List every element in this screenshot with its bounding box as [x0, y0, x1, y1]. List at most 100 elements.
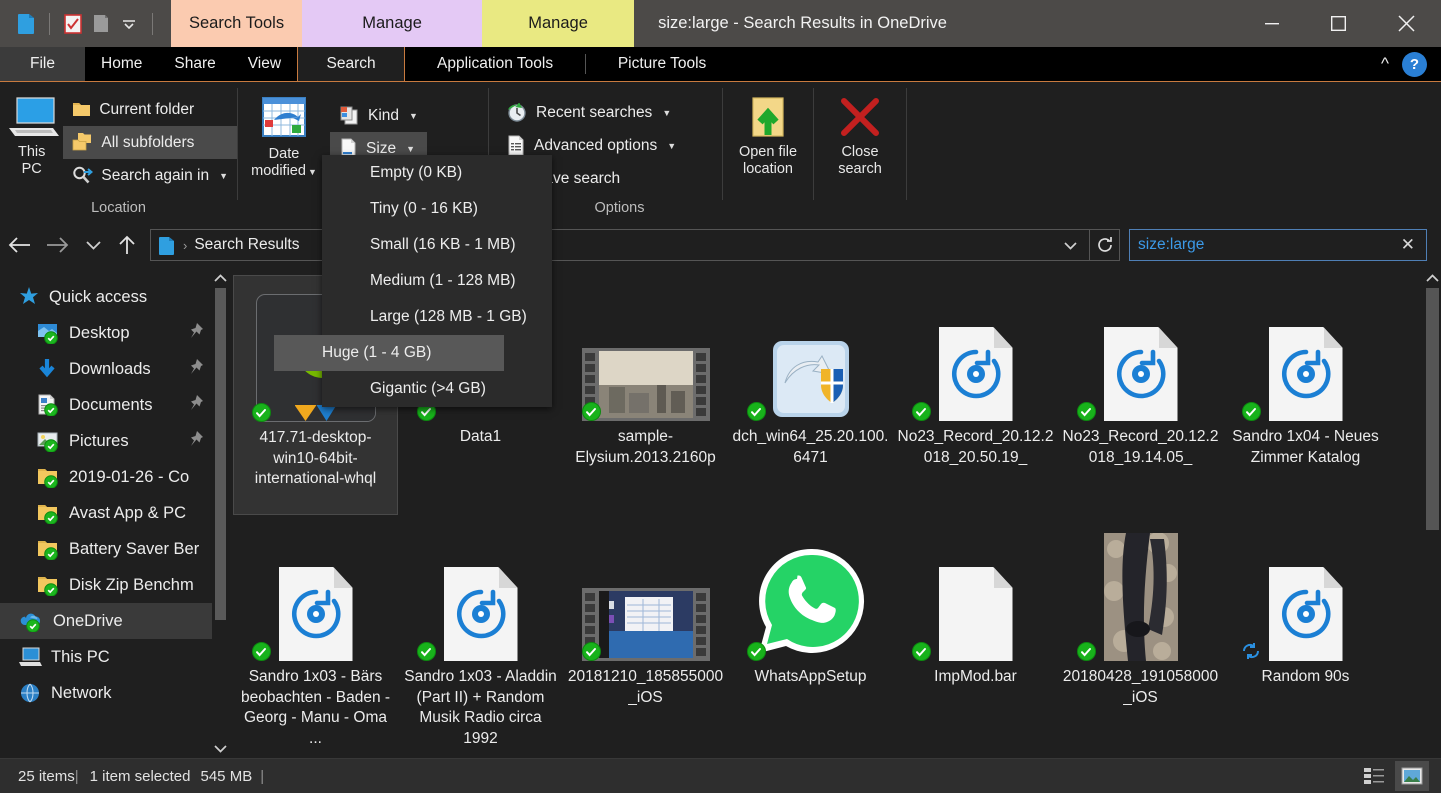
navigation-scroll-thumb[interactable] — [215, 288, 226, 620]
all-subfolders-button[interactable]: All subfolders — [63, 126, 237, 159]
forward-button[interactable] — [38, 226, 76, 264]
contextual-tab-application-tools[interactable]: Manage — [302, 0, 483, 47]
file-tile[interactable]: Sandro 1x04 - Neues Zimmer Katalog — [1223, 275, 1388, 515]
pin-icon[interactable] — [186, 322, 204, 345]
tab-picture-tools[interactable]: Picture Tools — [586, 47, 738, 81]
file-tile[interactable]: Sandro 1x03 - Aladdin (Part II) + Random… — [398, 515, 563, 755]
pin-icon[interactable] — [186, 430, 204, 453]
large-icons-view-button[interactable] — [1395, 761, 1429, 791]
content-scrollbar[interactable] — [1424, 269, 1441, 758]
file-tile[interactable]: 20181210_185855000_iOS — [563, 515, 728, 755]
size-dropdown-menu[interactable]: Empty (0 KB) Tiny (0 - 16 KB) Small (16 KB… — [274, 155, 552, 407]
chevron-down-icon[interactable]: ▼ — [662, 108, 671, 118]
sidebar-item-documents[interactable]: Documents — [0, 387, 212, 423]
size-menu-item[interactable]: Empty (0 KB) — [322, 155, 552, 191]
size-menu-item[interactable]: Huge (1 - 4 GB) — [274, 335, 504, 371]
search-box[interactable]: ✕ — [1129, 229, 1427, 261]
chevron-up-icon[interactable]: ^ — [1381, 54, 1389, 74]
size-menu-item-label: Empty (0 KB) — [370, 164, 463, 181]
sidebar-item-label: Quick access — [49, 287, 148, 306]
tab-view[interactable]: View — [232, 47, 297, 81]
clear-search-icon[interactable]: ✕ — [1398, 235, 1418, 255]
up-button[interactable] — [110, 226, 144, 264]
sidebar-item-disk-zip-benchm[interactable]: Disk Zip Benchm — [0, 567, 212, 603]
search-again-in-button[interactable]: Search again in ▼ — [63, 159, 237, 192]
recent-locations-button[interactable] — [76, 226, 110, 264]
sidebar-item-quick-access[interactable]: Quick access — [0, 279, 212, 315]
pin-icon[interactable] — [186, 394, 204, 417]
properties-icon[interactable] — [59, 9, 87, 39]
chevron-down-icon[interactable]: ▼ — [667, 141, 676, 151]
chevron-down-icon[interactable]: ▼ — [409, 111, 418, 121]
file-tile[interactable]: dch_win64_25.20.100.6471 — [728, 275, 893, 515]
chevron-down-icon[interactable]: ▼ — [308, 167, 317, 177]
breadcrumb[interactable]: Search Results — [194, 236, 299, 254]
pin-icon[interactable] — [186, 358, 204, 381]
kind-icon — [339, 106, 360, 125]
size-menu-item[interactable]: Gigantic (>4 GB) — [322, 371, 552, 407]
navigation-scrollbar[interactable] — [212, 269, 229, 758]
file-tile[interactable]: No23_Record_20.12.2018_19.14.05_ — [1058, 275, 1223, 515]
refresh-button[interactable] — [1090, 229, 1120, 261]
file-tile[interactable]: No23_Record_20.12.2018_20.50.19_ — [893, 275, 1058, 515]
size-menu-item[interactable]: Large (128 MB - 1 GB) — [322, 299, 552, 335]
help-icon[interactable]: ? — [1402, 51, 1427, 77]
file-tile[interactable]: ImpMod.bar — [893, 515, 1058, 755]
close-search-button[interactable]: Close search — [821, 89, 899, 178]
sidebar-item-onedrive[interactable]: OneDrive — [0, 603, 212, 639]
address-dropdown-icon[interactable] — [1057, 230, 1083, 260]
tab-label: Search — [326, 55, 376, 72]
details-view-button[interactable] — [1357, 761, 1391, 791]
file-tile[interactable]: Sandro 1x03 - Bärs beobachten - Baden - … — [233, 515, 398, 755]
new-folder-icon[interactable] — [87, 9, 115, 39]
tab-home[interactable]: Home — [85, 47, 158, 81]
back-button[interactable] — [0, 226, 38, 264]
date-modified-label: Date modified ▼ — [251, 146, 317, 180]
tab-label: Home — [101, 55, 143, 72]
current-folder-button[interactable]: Current folder — [63, 93, 237, 126]
sidebar-item-pictures[interactable]: Pictures — [0, 423, 212, 459]
chevron-down-icon[interactable]: ▼ — [219, 171, 228, 181]
date-modified-button[interactable]: Date modified ▼ — [238, 89, 330, 180]
file-tile[interactable]: Random 90s — [1223, 515, 1388, 755]
address-bar-controls — [1057, 230, 1083, 260]
sidebar-item-downloads[interactable]: Downloads — [0, 351, 212, 387]
file-name-label: No23_Record_20.12.2018_19.14.05_ — [1062, 428, 1219, 466]
file-tile[interactable]: WhatsAppSetup — [728, 515, 893, 755]
maximize-button[interactable] — [1305, 0, 1371, 47]
size-menu-item[interactable]: Tiny (0 - 16 KB) — [322, 191, 552, 227]
file-thumbnail — [1240, 521, 1372, 661]
this-pc-button[interactable]: This PC — [0, 89, 63, 178]
tab-application-tools[interactable]: Application Tools — [405, 47, 585, 81]
recent-searches-button[interactable]: Recent searches ▼ — [497, 96, 685, 129]
customize-dropdown-icon[interactable] — [115, 9, 143, 39]
contextual-tab-picture-tools[interactable]: Manage — [482, 0, 635, 47]
tab-share[interactable]: Share — [158, 47, 231, 81]
close-button[interactable] — [1371, 0, 1441, 47]
minimize-button[interactable] — [1239, 0, 1305, 47]
kind-button[interactable]: Kind ▼ — [330, 99, 427, 132]
chevron-down-icon[interactable]: ▼ — [406, 144, 415, 154]
sidebar-item-battery-saver-ber[interactable]: Battery Saver Ber — [0, 531, 212, 567]
content-scroll-up-icon[interactable] — [1426, 269, 1439, 288]
all-subfolders-icon — [72, 133, 93, 152]
size-menu-item[interactable]: Small (16 KB - 1 MB) — [322, 227, 552, 263]
content-scroll-thumb[interactable] — [1426, 288, 1439, 530]
scroll-down-icon[interactable] — [214, 739, 227, 758]
sidebar-item-desktop[interactable]: Desktop — [0, 315, 212, 351]
address-bar[interactable]: › Search Results — [150, 229, 1090, 261]
open-file-location-button[interactable]: Open file location — [729, 89, 807, 178]
file-tile[interactable]: 20180428_191058000_iOS — [1058, 515, 1223, 755]
file-tile[interactable]: sample-Elysium.2013.2160p — [563, 275, 728, 515]
tab-file[interactable]: File — [0, 47, 85, 81]
explorer-icon[interactable] — [12, 9, 40, 39]
sidebar-item-avast-app-pc[interactable]: Avast App & PC — [0, 495, 212, 531]
sidebar-item-this-pc[interactable]: This PC — [0, 639, 212, 675]
tab-search[interactable]: Search — [297, 47, 406, 81]
scroll-up-icon[interactable] — [214, 269, 227, 288]
sidebar-item-2019-01-26-co[interactable]: 2019-01-26 - Co — [0, 459, 212, 495]
size-menu-item[interactable]: Medium (1 - 128 MB) — [322, 263, 552, 299]
sidebar-item-network[interactable]: Network — [0, 675, 212, 711]
search-input[interactable] — [1138, 236, 1398, 254]
contextual-tab-search-tools[interactable]: Search Tools — [171, 0, 303, 47]
